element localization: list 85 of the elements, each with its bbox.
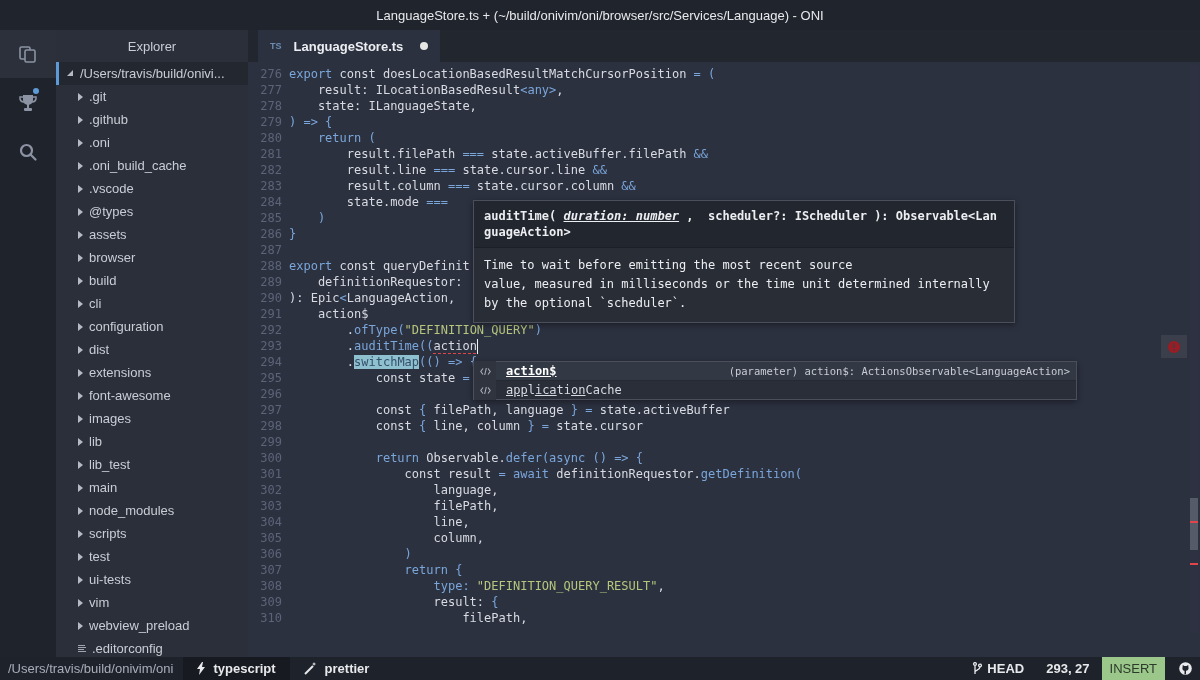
branch-indicator[interactable]: HEAD	[963, 657, 1035, 680]
tree-item[interactable]: test	[56, 545, 248, 568]
code-line: export const queryDefinit	[289, 258, 470, 274]
mode-indicator: INSERT	[1101, 657, 1165, 680]
code-line: export const doesLocationBasedResultMatchCursorPosition = (	[289, 66, 716, 82]
code-line: )	[316, 210, 326, 226]
code-line: language,	[432, 482, 499, 498]
cursor-position: 293, 27	[1045, 660, 1091, 678]
tree-item[interactable]: .editorconfig	[56, 637, 248, 657]
code-line: return {	[403, 562, 463, 578]
lightning-icon	[197, 662, 206, 675]
tree-item[interactable]: ui-tests	[56, 568, 248, 591]
tree-item[interactable]: extensions	[56, 361, 248, 384]
signature-text: auditTime( duration: number , scheduler?: IScheduler ): Observable<LanguageAction>	[474, 201, 1014, 248]
tree-item[interactable]: cli	[56, 292, 248, 315]
text-file-icon	[78, 644, 86, 653]
code-icon	[479, 385, 491, 395]
tree-item[interactable]: node_modules	[56, 499, 248, 522]
tree-item[interactable]: scripts	[56, 522, 248, 545]
panel-title: Explorer	[127, 38, 177, 54]
tree-item[interactable]: lib	[56, 430, 248, 453]
code-line: type: "DEFINITION_QUERY_RESULT",	[432, 578, 665, 594]
code-line: definitionRequestor:	[316, 274, 463, 290]
code-line: .auditTime((action	[345, 338, 477, 354]
tree-item[interactable]: images	[56, 407, 248, 430]
code-line: const { line, column } = state.cursor	[374, 418, 644, 434]
tree-item[interactable]: .github	[56, 108, 248, 131]
tree-item[interactable]: .oni_build_cache	[56, 154, 248, 177]
code-line: result: ILocationBasedResult<any>,	[316, 82, 564, 98]
search-icon	[18, 142, 38, 162]
tree-item[interactable]: dist	[56, 338, 248, 361]
code-line: )	[403, 546, 412, 562]
description-text: Time to wait before emitting the most recent source value, measured in milliseconds or the time unit determined internally by the optional `scheduler`.	[483, 257, 991, 312]
status-item[interactable]: typescript	[183, 657, 290, 680]
completion-item[interactable]: applicationCache	[474, 380, 1076, 399]
code-line: const { filePath, language } = state.activeBuffer	[374, 402, 730, 418]
code-line: ) => {	[289, 114, 333, 130]
code-line: state.mode ===	[345, 194, 448, 210]
code-line: return Observable.defer(async () => {	[374, 450, 644, 466]
code-line: action$	[316, 306, 369, 322]
type-detail: (parameter) action$: ActionsObservable<LanguageAction>	[728, 364, 1070, 379]
code-line: filePath,	[461, 610, 528, 626]
tree-item[interactable]: vim	[56, 591, 248, 614]
code-line: result.filePath === state.activeBuffer.filePath &&	[345, 146, 709, 162]
error-icon	[1168, 340, 1180, 353]
trophy-icon	[18, 93, 38, 113]
code-line: line,	[432, 514, 470, 530]
code-line: .ofType("DEFINITION_QUERY")	[345, 322, 542, 338]
tree-item[interactable]: main	[56, 476, 248, 499]
cat-icon	[1179, 662, 1192, 675]
branch-icon	[973, 662, 983, 675]
sidebar-tab[interactable]	[0, 30, 56, 78]
tree-item[interactable]: webview_preload	[56, 614, 248, 637]
code-line: }	[289, 226, 297, 242]
tree-item[interactable]: build	[56, 269, 248, 292]
project-path: /Users/travis/build/onivim/oni	[7, 660, 175, 678]
tree-item[interactable]: .git	[56, 85, 248, 108]
code-line: result.column === state.cursor.column &&	[345, 178, 636, 194]
completion-item[interactable]: action$ (parameter) action$: ActionsObservable<LanguageAction>	[474, 362, 1076, 380]
code-line: state: ILanguageState,	[316, 98, 477, 114]
error-marker[interactable]	[1161, 335, 1187, 358]
magic-wand-icon	[303, 662, 317, 675]
code-icon	[479, 366, 491, 376]
code-line: ): Epic<LanguageAction,	[289, 290, 456, 306]
code-line: return (	[316, 130, 376, 146]
code-line: const result = await definitionRequestor.getDefinition(	[403, 466, 802, 482]
tree-item[interactable]: configuration	[56, 315, 248, 338]
code-line: column,	[432, 530, 485, 546]
code-line: const state =	[374, 370, 470, 386]
file-type-label: TS	[270, 41, 282, 51]
tree-item[interactable]: /Users/travis/build/onivi...	[56, 62, 248, 85]
tree-item[interactable]: assets	[56, 223, 248, 246]
tree-item[interactable]: font-awesome	[56, 384, 248, 407]
code-line: filePath,	[432, 498, 499, 514]
window-title: LanguageStore.ts + (~/build/onivim/oni/browser/src/Services/Language) - ONI	[376, 7, 824, 23]
tree-item[interactable]: lib_test	[56, 453, 248, 476]
status-item[interactable]: prettier	[289, 657, 384, 680]
tree-item[interactable]: .vscode	[56, 177, 248, 200]
code-line: result.line === state.cursor.line &&	[345, 162, 607, 178]
tree-item[interactable]: .oni	[56, 131, 248, 154]
files-icon	[18, 44, 38, 64]
tree-item[interactable]: browser	[56, 246, 248, 269]
tree-item[interactable]: @types	[56, 200, 248, 223]
code-line: result: {	[432, 594, 499, 610]
editor-tab[interactable]: TS LanguageStore.ts	[258, 30, 440, 62]
